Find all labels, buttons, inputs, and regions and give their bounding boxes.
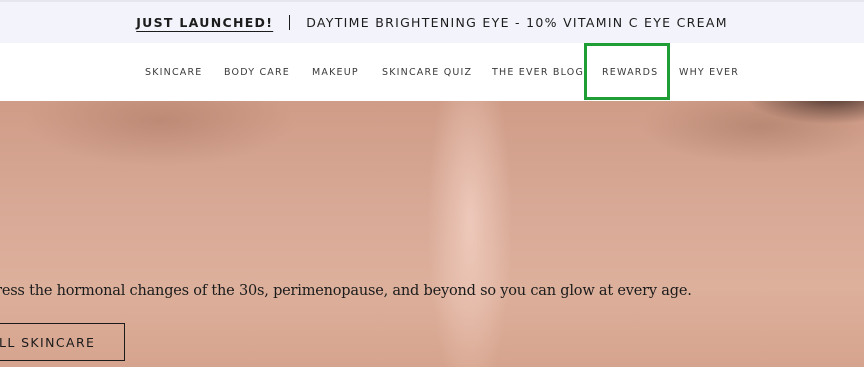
hero-banner: dress the hormonal changes of the 30s, p… [0,101,864,367]
announcement-bar: JUST LAUNCHED! DAYTIME BRIGHTENING EYE -… [0,0,864,43]
nav-item-makeup[interactable]: MAKEUP [312,43,359,101]
nav-item-the-ever-blog[interactable]: THE EVER BLOG [492,43,584,101]
nav-item-rewards[interactable]: REWARDS [602,43,658,101]
announcement-message[interactable]: DAYTIME BRIGHTENING EYE - 10% VITAMIN C … [306,15,728,30]
nav-item-skincare[interactable]: SKINCARE [145,43,203,101]
shop-all-skincare-button[interactable]: LL SKINCARE [0,323,125,361]
nav-item-why-ever[interactable]: WHY EVER [679,43,739,101]
announcement-divider [289,15,291,30]
nav-item-skincare-quiz[interactable]: SKINCARE QUIZ [382,43,472,101]
just-launched-link[interactable]: JUST LAUNCHED! [136,15,273,30]
hero-tagline: dress the hormonal changes of the 30s, p… [0,283,692,299]
main-navigation: SKINCARE BODY CARE MAKEUP SKINCARE QUIZ … [0,43,864,101]
shop-all-skincare-label: LL SKINCARE [0,334,96,350]
nav-item-body-care[interactable]: BODY CARE [224,43,290,101]
